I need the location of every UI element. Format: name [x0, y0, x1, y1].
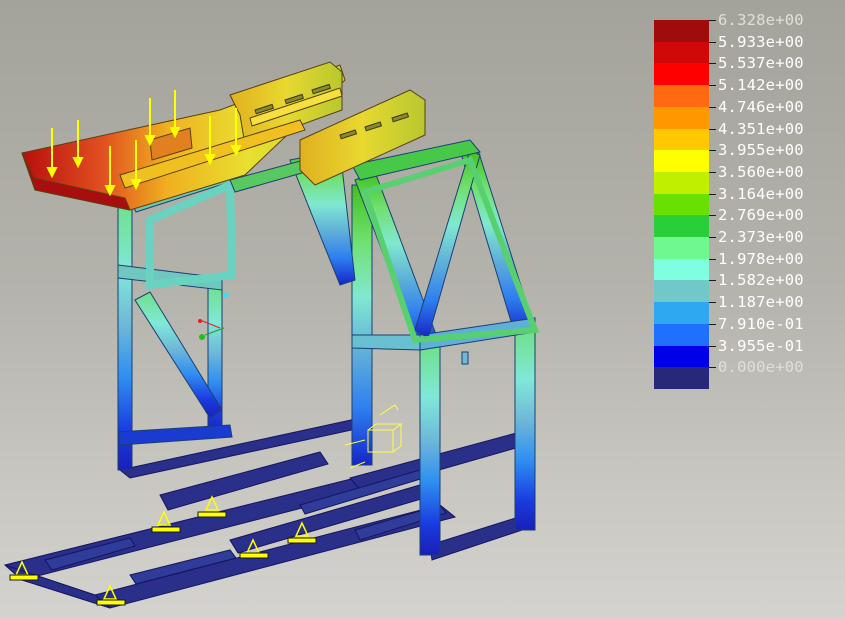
legend-swatch	[654, 237, 709, 260]
legend-label: 1.187e+00	[718, 293, 804, 312]
legend-label: 5.142e+00	[718, 76, 804, 95]
legend-label: 4.351e+00	[718, 119, 804, 138]
legend-swatch	[654, 20, 709, 43]
legend-swatch	[654, 106, 709, 129]
legend-label: 1.582e+00	[718, 271, 804, 290]
legend-label: 7.910e-01	[718, 314, 804, 333]
legend-label: 0.000e+00	[718, 358, 804, 377]
legend-label: 6.328e+00	[718, 11, 804, 29]
legend-tick	[709, 258, 716, 260]
legend-label: 4.746e+00	[718, 97, 804, 116]
legend-swatch	[654, 280, 709, 303]
legend-tick	[709, 85, 716, 87]
legend-label: 5.537e+00	[718, 54, 804, 73]
legend-tick	[709, 63, 716, 65]
legend-swatch	[654, 41, 709, 64]
legend-tick	[709, 323, 716, 325]
legend-tick	[709, 237, 716, 238]
legend-swatch	[654, 171, 709, 195]
legend-label: 3.560e+00	[718, 162, 804, 181]
legend-tick	[709, 215, 716, 217]
legend-tick	[709, 280, 716, 282]
legend-label: 5.933e+00	[718, 32, 804, 51]
legend-swatch	[654, 85, 709, 108]
legend-swatch	[654, 63, 709, 86]
legend-tick	[709, 367, 716, 369]
legend-label: 3.955e-01	[718, 336, 804, 355]
legend-swatch	[654, 258, 709, 281]
legend-swatch	[654, 215, 709, 238]
legend-swatch	[654, 345, 709, 368]
fem-viewport[interactable]: 6.328e+00 5.933e+00 5.537e+00 5.142e+00 4.74…	[0, 0, 845, 619]
legend-label: 3.164e+00	[718, 184, 804, 203]
legend-label: 1.978e+00	[718, 249, 804, 268]
legend-tick	[709, 302, 716, 304]
legend-tick	[709, 41, 716, 43]
legend-swatch	[654, 302, 709, 325]
legend-swatch	[654, 323, 709, 346]
legend-tick	[709, 106, 716, 108]
legend-tick	[709, 128, 716, 130]
color-legend: 6.328e+00 5.933e+00 5.537e+00 5.142e+00 4.74…	[654, 12, 845, 390]
legend-swatch	[654, 193, 709, 216]
legend-tick	[709, 20, 716, 21]
legend-label: 2.373e+00	[718, 228, 804, 246]
left-tower	[117, 169, 237, 471]
legend-label: 2.769e+00	[718, 206, 804, 225]
right-tower	[351, 139, 540, 556]
legend-swatch	[654, 367, 709, 390]
legend-tick	[709, 345, 716, 347]
legend-tick	[709, 171, 716, 173]
legend-tick	[709, 193, 716, 195]
legend-tick	[709, 150, 716, 152]
legend-label: 3.955e+00	[718, 141, 804, 160]
legend-swatch	[654, 150, 709, 173]
base-frame	[3, 417, 531, 609]
legend-swatch	[654, 128, 709, 151]
